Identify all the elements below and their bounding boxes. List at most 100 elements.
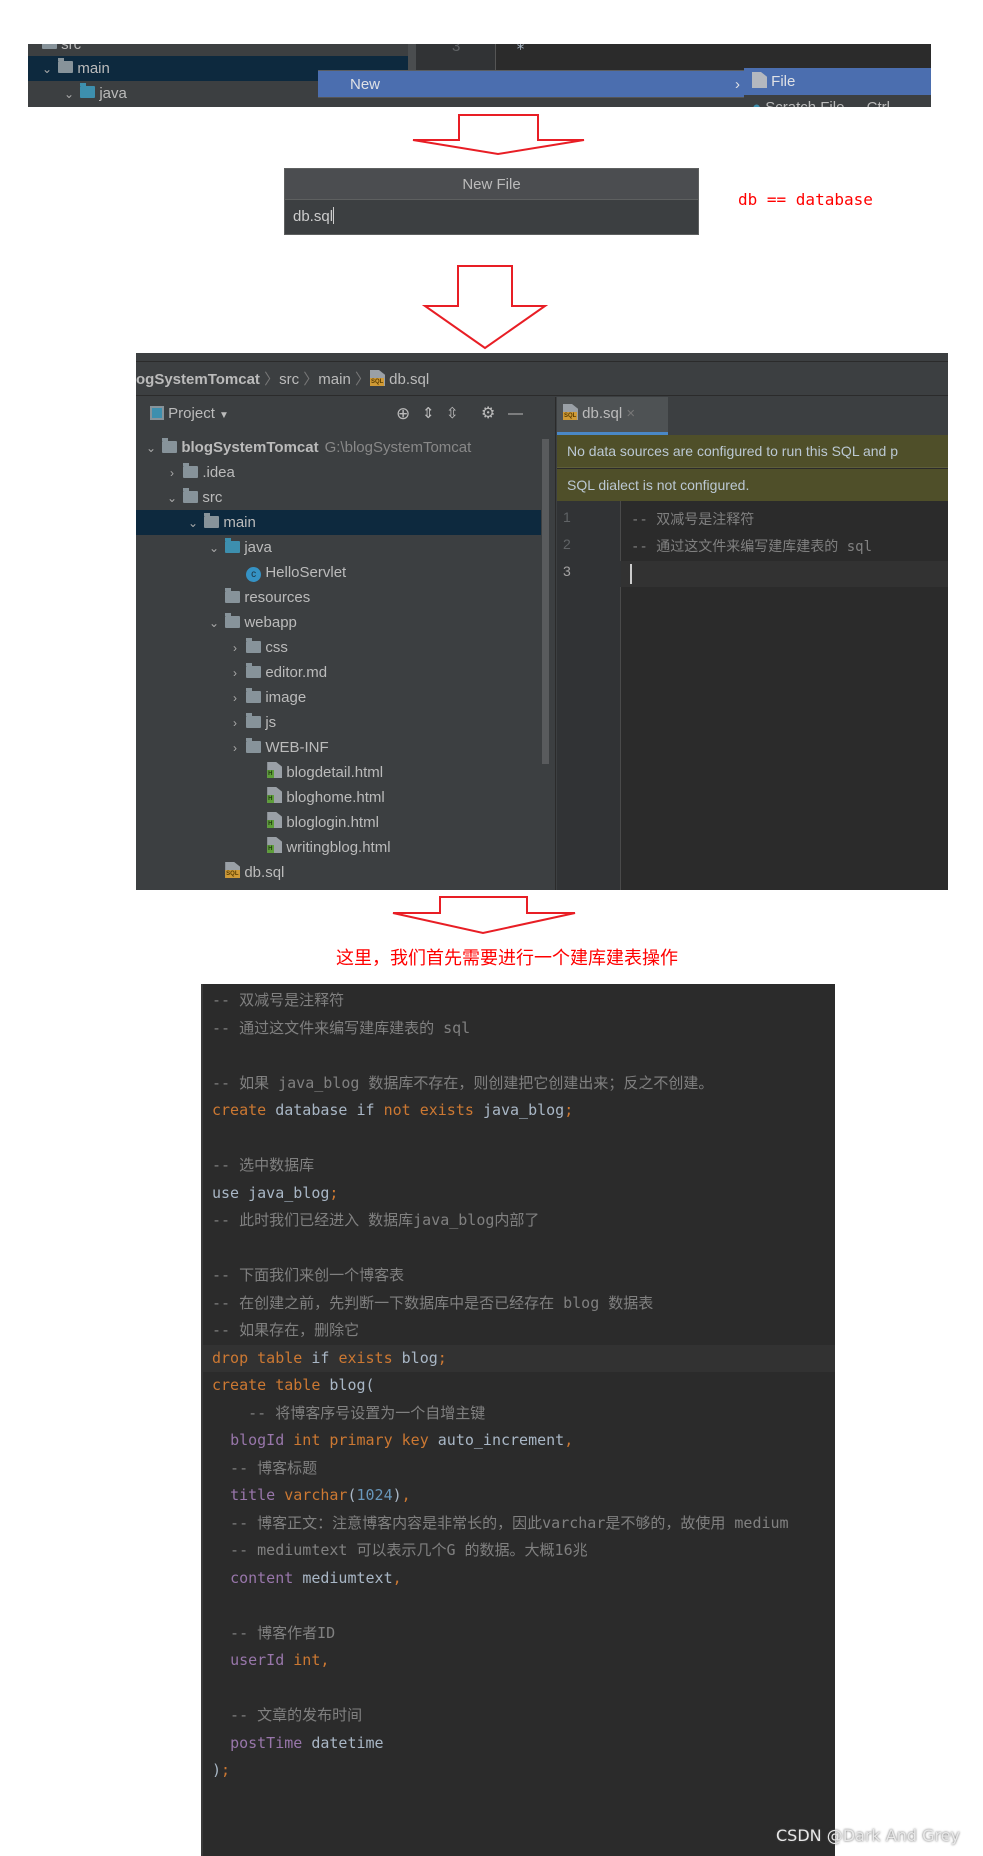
tree-item[interactable]: ⌄ src bbox=[136, 485, 541, 510]
tree-label: js bbox=[265, 714, 277, 731]
folder-icon bbox=[246, 663, 262, 678]
ide-screenshot: ogSystemTomcat 〉src 〉main 〉 SQL db.sql Pr… bbox=[136, 353, 948, 890]
code-line: userId int, bbox=[212, 1647, 329, 1674]
tree-item[interactable]: H blogdetail.html bbox=[136, 760, 541, 785]
tab-label: db.sql bbox=[582, 405, 623, 422]
code-line: drop table if exists blog; bbox=[212, 1345, 447, 1372]
tree-label: db.sql bbox=[244, 864, 285, 881]
tree-label: java bbox=[244, 539, 272, 556]
code-token: ) bbox=[392, 1486, 402, 1504]
new-file-dialog: New File db.sql bbox=[284, 168, 699, 235]
chevron-right-icon[interactable]: › bbox=[165, 461, 179, 486]
breadcrumb-project[interactable]: ogSystemTomcat bbox=[136, 371, 260, 388]
collapse-all-icon[interactable]: ⇳ bbox=[446, 397, 459, 430]
code-token: -- 下面我们来创一个博客表 bbox=[212, 1266, 405, 1284]
chevron-down-icon[interactable]: ⌄ bbox=[207, 536, 221, 561]
code-token: -- 博客标题 bbox=[212, 1458, 318, 1477]
tree-item[interactable]: resources bbox=[136, 585, 541, 610]
tree-item[interactable]: H bloghome.html bbox=[136, 785, 541, 810]
code-token: key bbox=[401, 1431, 438, 1449]
locate-icon[interactable]: ⊕ bbox=[396, 397, 410, 430]
tree-item[interactable]: ⌄ blogSystemTomcat G:\blogSystemTomcat bbox=[136, 435, 541, 460]
code-token: -- 如果存在，删除它 bbox=[212, 1321, 360, 1339]
tree-item[interactable]: c HelloServlet bbox=[136, 560, 541, 585]
context-menu-below bbox=[318, 97, 744, 107]
scratch-file-icon: ● bbox=[752, 99, 761, 107]
tab-db-sql[interactable]: SQL db.sql × bbox=[557, 397, 668, 435]
folder-icon bbox=[183, 488, 199, 503]
chevron-right-icon[interactable]: › bbox=[228, 686, 242, 711]
tree-item[interactable]: › image bbox=[136, 685, 541, 710]
project-view-selector[interactable]: Project bbox=[168, 405, 215, 422]
breadcrumb-src[interactable]: src bbox=[279, 371, 299, 388]
tree-item[interactable]: ⌄ webapp bbox=[136, 610, 541, 635]
code-line: -- 通过这文件来编写建库建表的 sql bbox=[631, 539, 873, 555]
tree-item[interactable]: H bloglogin.html bbox=[136, 810, 541, 835]
folder-icon bbox=[246, 638, 262, 653]
tree-item[interactable]: › js bbox=[136, 710, 541, 735]
gear-icon[interactable]: ⚙ bbox=[481, 397, 495, 430]
chevron-down-icon[interactable]: ⌄ bbox=[207, 611, 221, 636]
tree-item[interactable]: ⌄ java bbox=[136, 535, 541, 560]
minimize-icon[interactable]: — bbox=[508, 397, 523, 430]
menu-item-new[interactable]: New › bbox=[318, 70, 744, 97]
html-file-icon: H bbox=[267, 812, 283, 828]
code-line: title varchar(1024), bbox=[212, 1482, 411, 1509]
tree-item[interactable]: › .idea bbox=[136, 460, 541, 485]
tree-item[interactable]: H writingblog.html bbox=[136, 835, 541, 860]
tree-item[interactable]: › css bbox=[136, 635, 541, 660]
down-arrow-icon bbox=[422, 265, 548, 350]
html-file-icon: H bbox=[267, 762, 283, 778]
tree-label: src bbox=[61, 44, 82, 53]
code-token: int bbox=[293, 1431, 330, 1449]
line-number: 3 bbox=[452, 44, 461, 55]
code-line: create table blog( bbox=[212, 1372, 375, 1399]
code-token: ; bbox=[564, 1101, 574, 1119]
expand-all-icon[interactable]: ⇕ bbox=[422, 397, 435, 430]
chevron-down-icon[interactable]: ⌄ bbox=[165, 486, 179, 511]
dialog-title: New File bbox=[285, 169, 698, 200]
line-number: 3 bbox=[563, 563, 571, 579]
editor-text: * bbox=[516, 44, 526, 58]
dropdown-icon[interactable]: ▼ bbox=[219, 410, 229, 421]
breadcrumb-main[interactable]: main bbox=[318, 371, 351, 388]
tree-item[interactable]: › WEB-INF bbox=[136, 735, 541, 760]
chevron-right-icon[interactable]: › bbox=[228, 711, 242, 736]
code-line: -- 博客正文：注意博客内容是非常长的，因此varchar是不够的，故使用 me… bbox=[212, 1510, 789, 1537]
tree-label: blogSystemTomcat bbox=[181, 439, 319, 456]
warning-banner-datasource: No data sources are configured to run th… bbox=[557, 435, 948, 468]
folder-icon bbox=[246, 738, 262, 753]
filename-input[interactable]: db.sql bbox=[285, 200, 698, 234]
chevron-right-icon[interactable]: › bbox=[228, 636, 242, 661]
close-icon[interactable]: × bbox=[626, 405, 635, 422]
tree-label: .idea bbox=[202, 464, 235, 481]
tree-scrollbar[interactable] bbox=[542, 439, 549, 764]
tree-label: blogdetail.html bbox=[286, 764, 384, 781]
chevron-down-icon[interactable]: ⌄ bbox=[144, 436, 158, 461]
code-token: table bbox=[275, 1376, 330, 1394]
submenu-file[interactable]: File bbox=[744, 68, 931, 95]
code-token: -- 选中数据库 bbox=[212, 1156, 315, 1174]
tree-item-src[interactable]: src bbox=[28, 44, 408, 56]
folder-icon bbox=[225, 588, 241, 603]
chevron-right-icon[interactable]: › bbox=[228, 736, 242, 761]
tree-item[interactable]: ⌄ main bbox=[136, 510, 541, 535]
code-line: -- 在创建之前，先判断一下数据库中是否已经存在 blog 数据表 bbox=[212, 1290, 653, 1317]
code-token: -- 通过这文件来编写建库建表的 sql bbox=[212, 1018, 471, 1037]
tree-item[interactable]: SQL db.sql bbox=[136, 860, 541, 885]
submenu-scratch-file[interactable]: ● Scratch File Ctrl bbox=[744, 95, 931, 107]
tree-item[interactable]: › editor.md bbox=[136, 660, 541, 685]
chevron-down-icon[interactable]: ⌄ bbox=[186, 511, 200, 536]
code-line: create database if not exists java_blog; bbox=[212, 1097, 573, 1124]
chevron-right-icon[interactable]: › bbox=[228, 661, 242, 686]
code-token: if bbox=[356, 1101, 384, 1119]
breadcrumb-file[interactable]: db.sql bbox=[389, 371, 429, 388]
tree-label: editor.md bbox=[265, 664, 328, 681]
code-line: -- 将博客序号设置为一个自增主键 bbox=[212, 1400, 485, 1427]
code-line: -- 如果存在，删除它 bbox=[212, 1317, 359, 1344]
code-line: -- 双减号是注释符 bbox=[212, 987, 344, 1014]
tree-label: src bbox=[202, 489, 223, 506]
code-token: not bbox=[383, 1101, 420, 1119]
